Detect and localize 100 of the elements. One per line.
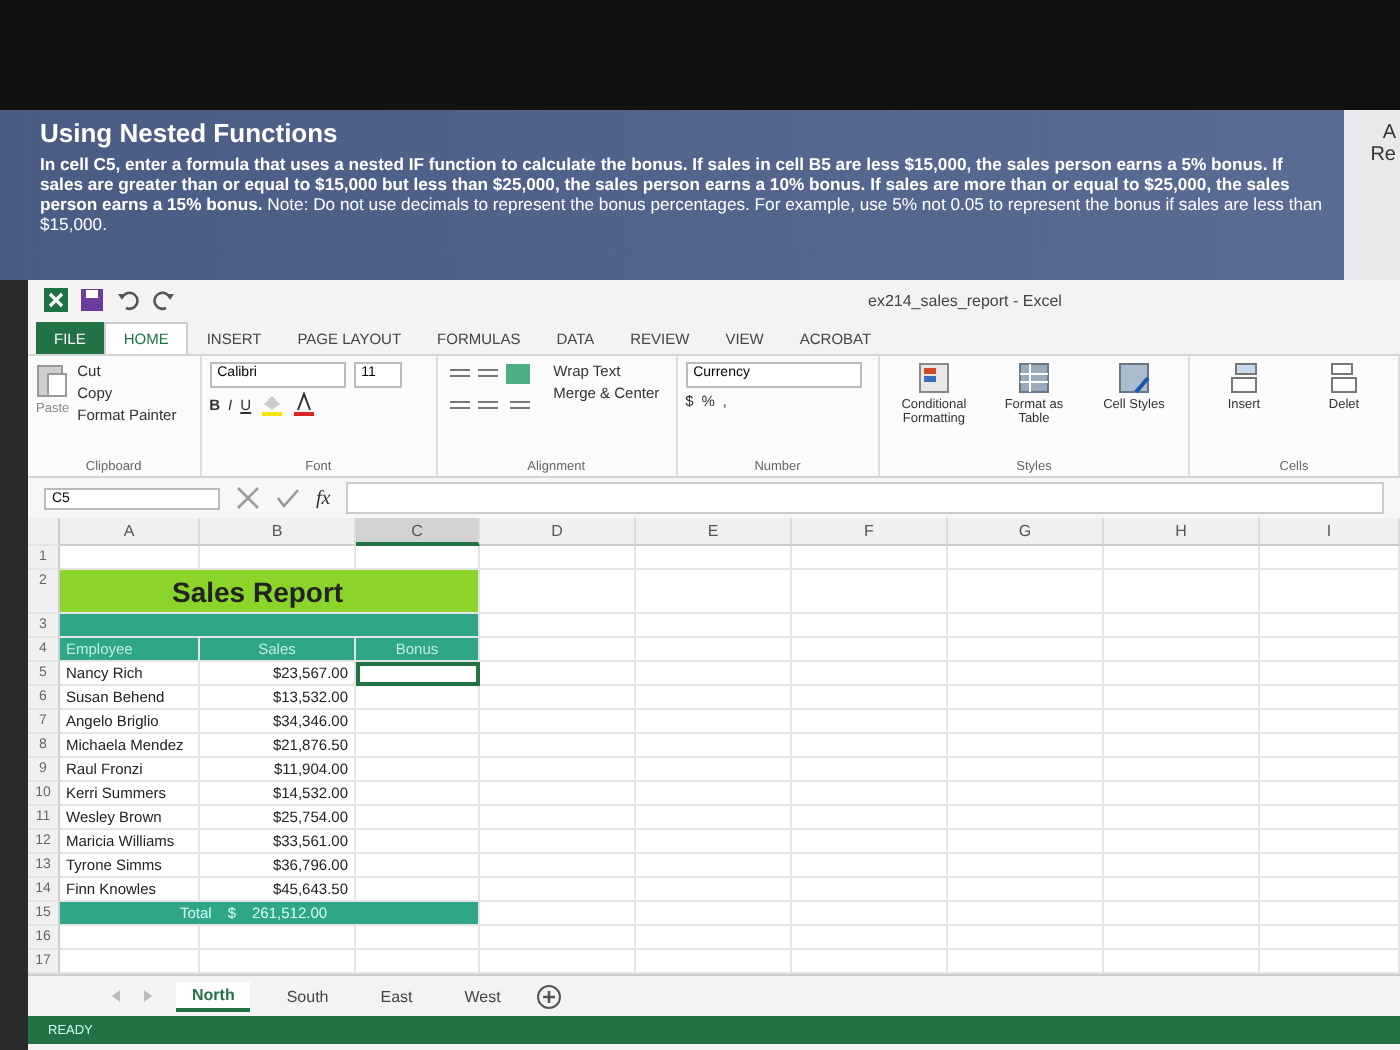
insert-cells-icon[interactable]: [1229, 362, 1258, 394]
bonus-cell[interactable]: [356, 662, 480, 686]
empty-cell[interactable]: [792, 686, 948, 710]
empty-cell[interactable]: [1260, 546, 1400, 570]
empty-cell[interactable]: [948, 546, 1104, 570]
empty-cell[interactable]: [1104, 570, 1260, 614]
empty-cell[interactable]: [1104, 878, 1260, 902]
empty-cell[interactable]: [636, 806, 792, 830]
fill-color-icon[interactable]: [259, 392, 284, 416]
empty-cell[interactable]: [1104, 686, 1260, 710]
empty-cell[interactable]: [792, 662, 948, 686]
empty-cell[interactable]: [636, 854, 792, 878]
empty-cell[interactable]: [1260, 710, 1400, 734]
empty-cell[interactable]: [1260, 734, 1400, 758]
column-header[interactable]: F: [792, 518, 948, 546]
empty-cell[interactable]: [948, 686, 1104, 710]
empty-cell[interactable]: [480, 782, 636, 806]
empty-cell[interactable]: [948, 854, 1104, 878]
select-all-corner[interactable]: [28, 518, 60, 546]
sheet-tab[interactable]: North: [176, 981, 251, 1011]
column-header[interactable]: A: [60, 518, 200, 546]
sheet-tab[interactable]: West: [448, 983, 517, 1009]
empty-cell[interactable]: [636, 710, 792, 734]
empty-cell[interactable]: [636, 878, 792, 902]
delete-cells-icon[interactable]: [1329, 362, 1358, 394]
empty-cell[interactable]: [480, 546, 636, 570]
empty-cell[interactable]: [1260, 806, 1400, 830]
column-header[interactable]: G: [948, 518, 1104, 546]
column-header[interactable]: C: [356, 518, 480, 546]
conditional-formatting-icon[interactable]: [917, 362, 950, 394]
formula-input[interactable]: [346, 482, 1384, 514]
empty-cell[interactable]: [792, 830, 948, 854]
empty-cell[interactable]: [948, 926, 1104, 950]
empty-cell[interactable]: [1260, 686, 1400, 710]
empty-cell[interactable]: [1104, 546, 1260, 570]
bonus-cell[interactable]: [356, 854, 480, 878]
empty-cell[interactable]: [1104, 854, 1260, 878]
empty-cell[interactable]: [1260, 878, 1400, 902]
bonus-cell[interactable]: [356, 758, 480, 782]
column-header[interactable]: B: [200, 518, 356, 546]
empty-cell[interactable]: [1260, 638, 1400, 662]
empty-cell[interactable]: [792, 926, 948, 950]
font-color-icon[interactable]: [291, 392, 316, 416]
empty-cell[interactable]: [1260, 782, 1400, 806]
empty-cell[interactable]: [480, 878, 636, 902]
empty-cell[interactable]: [636, 926, 792, 950]
empty-cell[interactable]: [480, 662, 636, 686]
empty-cell[interactable]: [948, 734, 1104, 758]
empty-cell[interactable]: [636, 782, 792, 806]
empty-cell[interactable]: [1260, 854, 1400, 878]
sheet-tab[interactable]: East: [364, 983, 429, 1009]
cancel-icon[interactable]: [236, 486, 260, 510]
empty-cell[interactable]: [792, 546, 948, 570]
empty-cell[interactable]: [948, 758, 1104, 782]
column-header[interactable]: D: [480, 518, 636, 546]
empty-cell[interactable]: [480, 830, 636, 854]
empty-cell[interactable]: [636, 638, 792, 662]
empty-cell[interactable]: [948, 710, 1104, 734]
sheet-tab[interactable]: South: [270, 983, 345, 1009]
empty-cell[interactable]: [792, 806, 948, 830]
empty-cell[interactable]: [480, 710, 636, 734]
empty-cell[interactable]: [1104, 902, 1260, 926]
empty-cell[interactable]: [480, 686, 636, 710]
empty-cell[interactable]: [356, 926, 480, 950]
empty-cell[interactable]: [792, 734, 948, 758]
empty-cell[interactable]: [792, 854, 948, 878]
empty-cell[interactable]: [948, 662, 1104, 686]
empty-cell[interactable]: [480, 734, 636, 758]
empty-cell[interactable]: [480, 926, 636, 950]
empty-cell[interactable]: [1260, 902, 1400, 926]
empty-cell[interactable]: [1104, 638, 1260, 662]
empty-cell[interactable]: [792, 638, 948, 662]
empty-cell[interactable]: [480, 758, 636, 782]
clipboard-icon[interactable]: [36, 362, 69, 398]
empty-cell[interactable]: [636, 662, 792, 686]
check-icon[interactable]: [276, 486, 300, 510]
empty-cell[interactable]: [636, 686, 792, 710]
empty-cell[interactable]: [636, 734, 792, 758]
empty-cell[interactable]: [948, 902, 1104, 926]
column-header[interactable]: H: [1104, 518, 1260, 546]
empty-cell[interactable]: [792, 570, 948, 614]
bonus-cell[interactable]: [356, 686, 480, 710]
empty-cell[interactable]: [948, 570, 1104, 614]
bonus-cell[interactable]: [356, 782, 480, 806]
empty-cell[interactable]: [480, 854, 636, 878]
column-header[interactable]: E: [636, 518, 792, 546]
empty-cell[interactable]: [636, 614, 792, 638]
empty-cell[interactable]: [636, 546, 792, 570]
save-icon[interactable]: [80, 288, 104, 312]
insert-function-button[interactable]: fx: [316, 487, 331, 509]
bonus-cell[interactable]: [356, 734, 480, 758]
bonus-cell[interactable]: [356, 830, 480, 854]
sheet-scroll-icon[interactable]: [108, 988, 156, 1004]
empty-cell[interactable]: [792, 878, 948, 902]
empty-cell[interactable]: [792, 614, 948, 638]
empty-cell[interactable]: [948, 638, 1104, 662]
column-header[interactable]: I: [1260, 518, 1400, 546]
empty-cell[interactable]: [1104, 758, 1260, 782]
empty-cell[interactable]: [1260, 830, 1400, 854]
empty-cell[interactable]: [1104, 830, 1260, 854]
